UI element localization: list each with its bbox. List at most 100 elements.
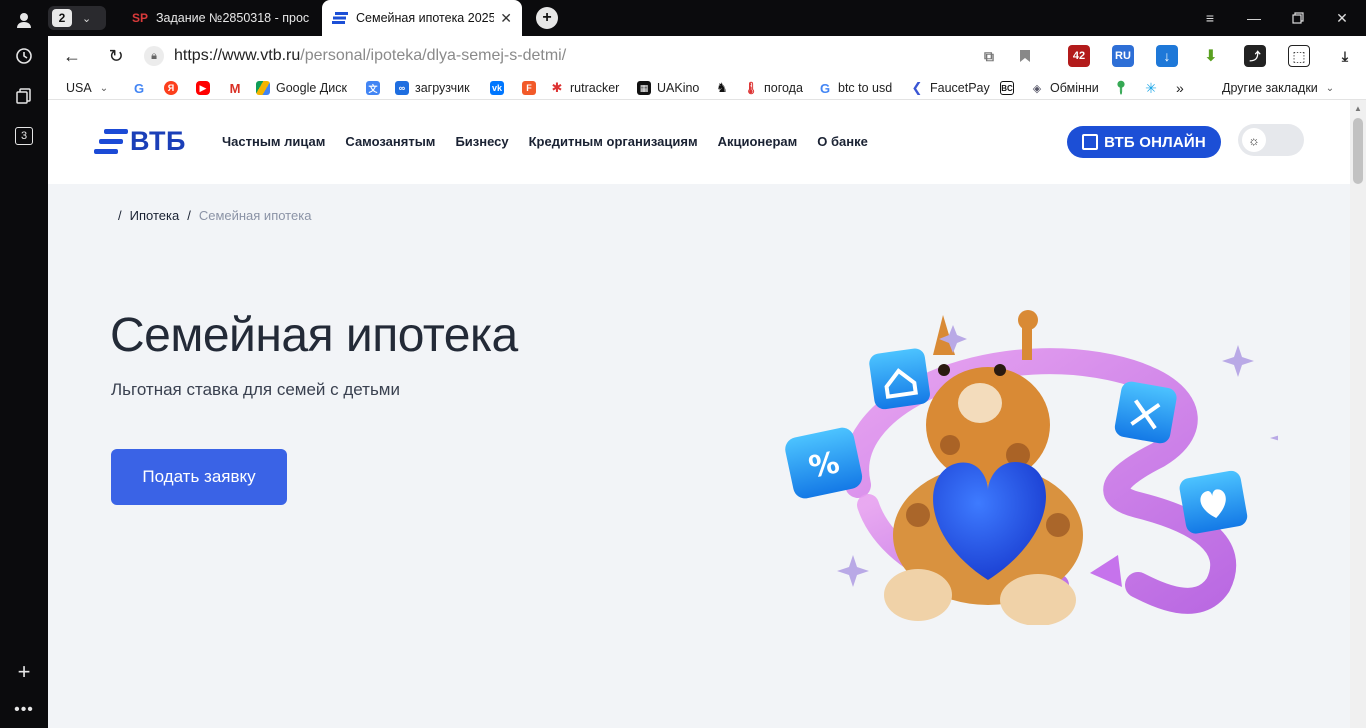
bookmark-rutracker[interactable]: ✱ rutracker — [550, 79, 619, 97]
tab-vtb[interactable]: Семейная ипотека 2025 ✕ — [322, 0, 522, 36]
google-icon: G — [818, 80, 832, 96]
bookmark-icon[interactable] — [1014, 45, 1036, 67]
bookmark-bc[interactable]: BC — [1000, 79, 1020, 97]
youtube-icon: ▶ — [196, 81, 210, 95]
bookmark-label: rutracker — [570, 81, 620, 95]
web-page: ВТБ Частным лицам Самозанятым Бизнесу Кр… — [48, 100, 1350, 728]
tab-group-button[interactable]: 2 ⌄ — [48, 6, 106, 30]
bookmark-chess[interactable]: ♞ — [715, 79, 735, 97]
thermometer-icon: 🌡︎ — [743, 81, 759, 95]
bookmark-label: Обмінни — [1050, 81, 1099, 95]
google-icon: G — [132, 80, 146, 96]
menu-icon[interactable]: ≡ — [1200, 8, 1220, 28]
star-icon: ✳ — [1144, 79, 1158, 96]
page-scrollbar[interactable]: ▲ — [1350, 100, 1366, 728]
rutracker-icon: ✱ — [550, 80, 564, 95]
bookmarks-bar: USA ⌄ G Я ▶ M Google Диск 文 ∞ загрузчик … — [48, 76, 1366, 100]
chevron-down-icon: ⌄ — [99, 82, 109, 94]
bookmark-f[interactable]: F — [522, 79, 542, 97]
tab-copy-icon[interactable]: ⧉ — [978, 45, 1000, 67]
vtb-online-label: ВТБ ОНЛАЙН — [1104, 133, 1206, 151]
download-extension-icon[interactable]: ↓ — [1156, 45, 1178, 67]
loader-icon: ∞ — [395, 81, 409, 95]
exchange-icon: ◈ — [1030, 81, 1044, 95]
reload-icon[interactable]: ↻ — [104, 44, 128, 68]
script-extension-icon[interactable]: ⤴ — [1244, 45, 1266, 67]
bookmark-label: FaucetPay — [930, 81, 990, 95]
bookmark-maps[interactable]: 📍︎ — [1112, 79, 1134, 97]
chevron-down-icon: ⌄ — [1325, 82, 1335, 94]
bookmark-vk[interactable]: vk — [490, 79, 510, 97]
lock-icon[interactable]: 🔒︎ — [144, 46, 164, 66]
theme-toggle[interactable]: ☼ — [1238, 124, 1304, 156]
bookmark-yandex[interactable]: Я — [164, 79, 184, 97]
sidebar-badge: 3 — [15, 127, 33, 145]
other-bookmarks-label: Другие закладки — [1222, 81, 1318, 95]
maps-icon: 📍︎ — [1112, 80, 1130, 95]
nav-self-employed[interactable]: Самозанятым — [345, 134, 435, 149]
nav-shareholders[interactable]: Акционерам — [718, 134, 798, 149]
chevron-down-icon: ⌄ — [82, 12, 92, 25]
bookmark-label: UAKino — [657, 81, 700, 95]
vtb-online-button[interactable]: ВТБ ОНЛАЙН — [1067, 126, 1221, 158]
collections-icon[interactable] — [12, 84, 36, 108]
nav-credit-orgs[interactable]: Кредитным организациям — [529, 134, 698, 149]
bookmark-faucetpay[interactable]: ❮ FaucetPay — [910, 79, 990, 97]
restore-icon[interactable] — [1288, 8, 1308, 28]
translate-icon: 文 — [366, 81, 380, 95]
back-icon[interactable]: ← — [60, 44, 84, 68]
bookmark-google[interactable]: G — [132, 79, 152, 97]
new-tab-button[interactable]: + — [536, 7, 558, 29]
bookmark-drive[interactable]: Google Диск — [256, 79, 347, 97]
add-panel-icon[interactable]: + — [12, 659, 36, 684]
nav-about[interactable]: О банке — [817, 134, 868, 149]
breadcrumb: / Ипотека / Семейная ипотека — [118, 208, 311, 223]
breadcrumb-mortgage-link[interactable]: Ипотека — [130, 208, 180, 223]
more-icon[interactable]: ••• — [12, 698, 36, 722]
tab-strip: 2 ⌄ SP Задание №2850318 - прос Семейная … — [48, 0, 1366, 36]
downloader-extension-icon[interactable]: ⬇ — [1200, 45, 1222, 67]
vtb-logo[interactable]: ВТБ — [94, 126, 186, 157]
hero-illustration: % — [785, 310, 1278, 625]
bookmark-label: Google Диск — [276, 81, 347, 95]
scrollbar-thumb[interactable] — [1353, 118, 1363, 184]
apply-button[interactable]: Подать заявку — [111, 449, 287, 505]
scroll-up-icon[interactable]: ▲ — [1354, 104, 1362, 113]
bookmark-star[interactable]: ✳ — [1144, 79, 1164, 97]
nav-private[interactable]: Частным лицам — [222, 134, 325, 149]
bc-icon: BC — [1000, 81, 1014, 95]
drive-icon — [256, 81, 270, 95]
bookmark-usa[interactable]: USA ⌄ — [66, 79, 108, 97]
adblock-extension-icon[interactable]: 42 — [1068, 45, 1090, 67]
bookmark-exchange[interactable]: ◈ Обмінни — [1030, 79, 1099, 97]
bookmark-translate[interactable]: 文 — [366, 79, 386, 97]
close-tab-icon[interactable]: ✕ — [500, 10, 512, 27]
logo-text: ВТБ — [130, 126, 186, 156]
bookmark-loader[interactable]: ∞ загрузчик — [395, 79, 470, 97]
faucetpay-icon: ❮ — [910, 80, 924, 95]
downloads-icon[interactable]: ⤓ — [1334, 45, 1356, 67]
other-bookmarks[interactable]: Другие закладки ⌄ — [1222, 79, 1334, 97]
tab-task[interactable]: SP Задание №2850318 - прос — [122, 0, 322, 36]
nav-business[interactable]: Бизнесу — [455, 134, 508, 149]
bookmark-weather[interactable]: 🌡︎ погода — [743, 79, 803, 97]
main-nav: Частным лицам Самозанятым Бизнесу Кредит… — [222, 134, 868, 149]
close-window-icon[interactable]: ✕ — [1332, 8, 1352, 28]
bookmark-gmail[interactable]: M — [228, 79, 248, 97]
url-host: https://www.vtb.ru — [174, 47, 301, 64]
minimize-icon[interactable]: — — [1244, 8, 1264, 28]
bookmarks-more-button[interactable]: » — [1176, 79, 1184, 97]
profile-icon[interactable] — [12, 8, 36, 32]
history-icon[interactable] — [12, 44, 36, 68]
tabs-counter-icon[interactable]: 3 — [12, 124, 36, 148]
extensions-icon[interactable]: ⬚ — [1288, 45, 1310, 67]
vtb-favicon-icon — [332, 10, 348, 26]
bookmark-youtube[interactable]: ▶ — [196, 79, 216, 97]
chess-icon: ♞ — [715, 80, 729, 95]
bookmark-uakino[interactable]: ▦ UAKino — [637, 79, 699, 97]
vk-icon: vk — [490, 81, 504, 95]
uakino-icon: ▦ — [637, 81, 651, 95]
url-field[interactable]: 🔒︎ https://www.vtb.ru/personal/ipoteka/d… — [144, 42, 944, 70]
vpn-extension-icon[interactable]: RU — [1112, 45, 1134, 67]
bookmark-btc[interactable]: G btc to usd — [818, 79, 892, 97]
